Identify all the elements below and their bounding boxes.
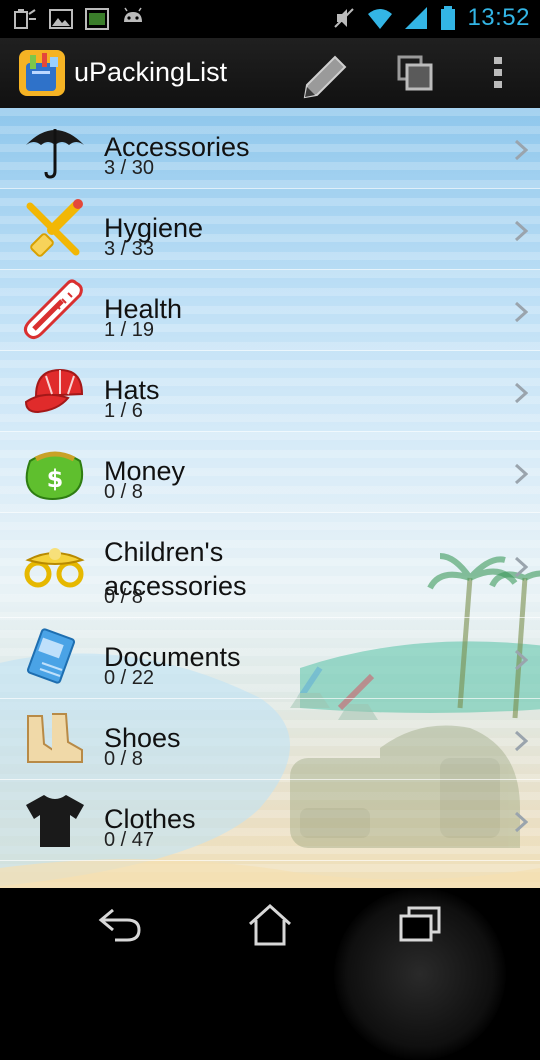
category-count: 0 / 8 — [104, 748, 143, 770]
recent-apps-button[interactable] — [360, 888, 480, 960]
gallery-icon — [49, 9, 73, 29]
edit-icon — [303, 55, 347, 99]
screenshot-icon — [85, 8, 109, 30]
battery-icon — [441, 6, 456, 30]
overflow-menu-button[interactable] — [468, 38, 528, 108]
android-debug-icon — [124, 7, 142, 22]
mute-icon — [334, 8, 355, 28]
pacifier-icon — [24, 548, 85, 588]
signal-icon — [405, 7, 428, 29]
recent-apps-icon — [399, 906, 441, 942]
action-bar: uPackingList — [0, 38, 540, 110]
list-item-health[interactable]: Health 1 / 19 — [0, 270, 540, 351]
boots-icon — [27, 713, 83, 763]
list-item-hygiene[interactable]: Hygiene 3 / 33 — [0, 189, 540, 270]
battery-saver-icon — [14, 9, 36, 29]
category-count: 0 / 47 — [104, 829, 155, 851]
category-list: Accessories 3 / 30 Hygiene 3 / 33 Health… — [0, 108, 540, 861]
status-clock: 13:52 — [467, 4, 530, 31]
app-logo-icon[interactable] — [18, 49, 66, 97]
chevron-right-icon — [514, 220, 528, 242]
chevron-right-icon — [514, 811, 528, 833]
overflow-menu-icon — [494, 57, 502, 88]
list-item-clothes[interactable]: Clothes 0 / 47 — [0, 780, 540, 861]
category-count: 0 / 22 — [104, 667, 155, 689]
category-count: 0 / 8 — [104, 586, 143, 608]
chevron-right-icon — [514, 463, 528, 485]
copy-icon — [397, 55, 433, 91]
money-bag-icon: $ — [25, 451, 84, 500]
category-count: 0 / 8 — [104, 481, 143, 503]
chevron-right-icon — [514, 139, 528, 161]
list-item-money[interactable]: $ Money 0 / 8 — [0, 432, 540, 513]
list-item-childrens-accessories[interactable]: Children's accessories 0 / 8 — [0, 513, 540, 618]
wifi-icon — [368, 9, 393, 29]
category-count: 1 / 19 — [104, 319, 155, 341]
edit-button[interactable] — [290, 38, 360, 108]
chevron-right-icon — [514, 556, 528, 578]
toothbrush-icon — [26, 199, 83, 257]
home-button[interactable] — [210, 888, 330, 960]
category-name-line1: Children's — [104, 537, 224, 567]
chevron-right-icon — [514, 301, 528, 323]
navigation-bar — [0, 888, 540, 1060]
category-count: 1 / 6 — [104, 400, 143, 422]
list-item-shoes[interactable]: Shoes 0 / 8 — [0, 699, 540, 780]
chevron-right-icon — [514, 730, 528, 752]
home-icon — [248, 903, 292, 946]
tshirt-icon — [26, 795, 84, 847]
copy-button[interactable] — [380, 38, 450, 108]
app-title: uPackingList — [74, 57, 228, 87]
category-count: 3 / 30 — [104, 157, 155, 179]
umbrella-icon — [26, 129, 84, 179]
svg-text:$: $ — [47, 465, 64, 493]
documents-icon — [27, 628, 75, 684]
back-button[interactable] — [60, 888, 180, 960]
category-list-container[interactable]: Accessories 3 / 30 Hygiene 3 / 33 Health… — [0, 108, 540, 888]
chevron-right-icon — [514, 382, 528, 404]
category-count: 3 / 33 — [104, 238, 155, 260]
list-item-documents[interactable]: Documents 0 / 22 — [0, 618, 540, 699]
list-item-hats[interactable]: Hats 1 / 6 — [0, 351, 540, 432]
list-item-accessories[interactable]: Accessories 3 / 30 — [0, 108, 540, 189]
status-bar: 13:52 — [0, 0, 540, 38]
back-icon — [98, 908, 141, 942]
chevron-right-icon — [514, 649, 528, 671]
cap-icon — [24, 368, 84, 414]
thermometer-icon — [23, 279, 83, 340]
